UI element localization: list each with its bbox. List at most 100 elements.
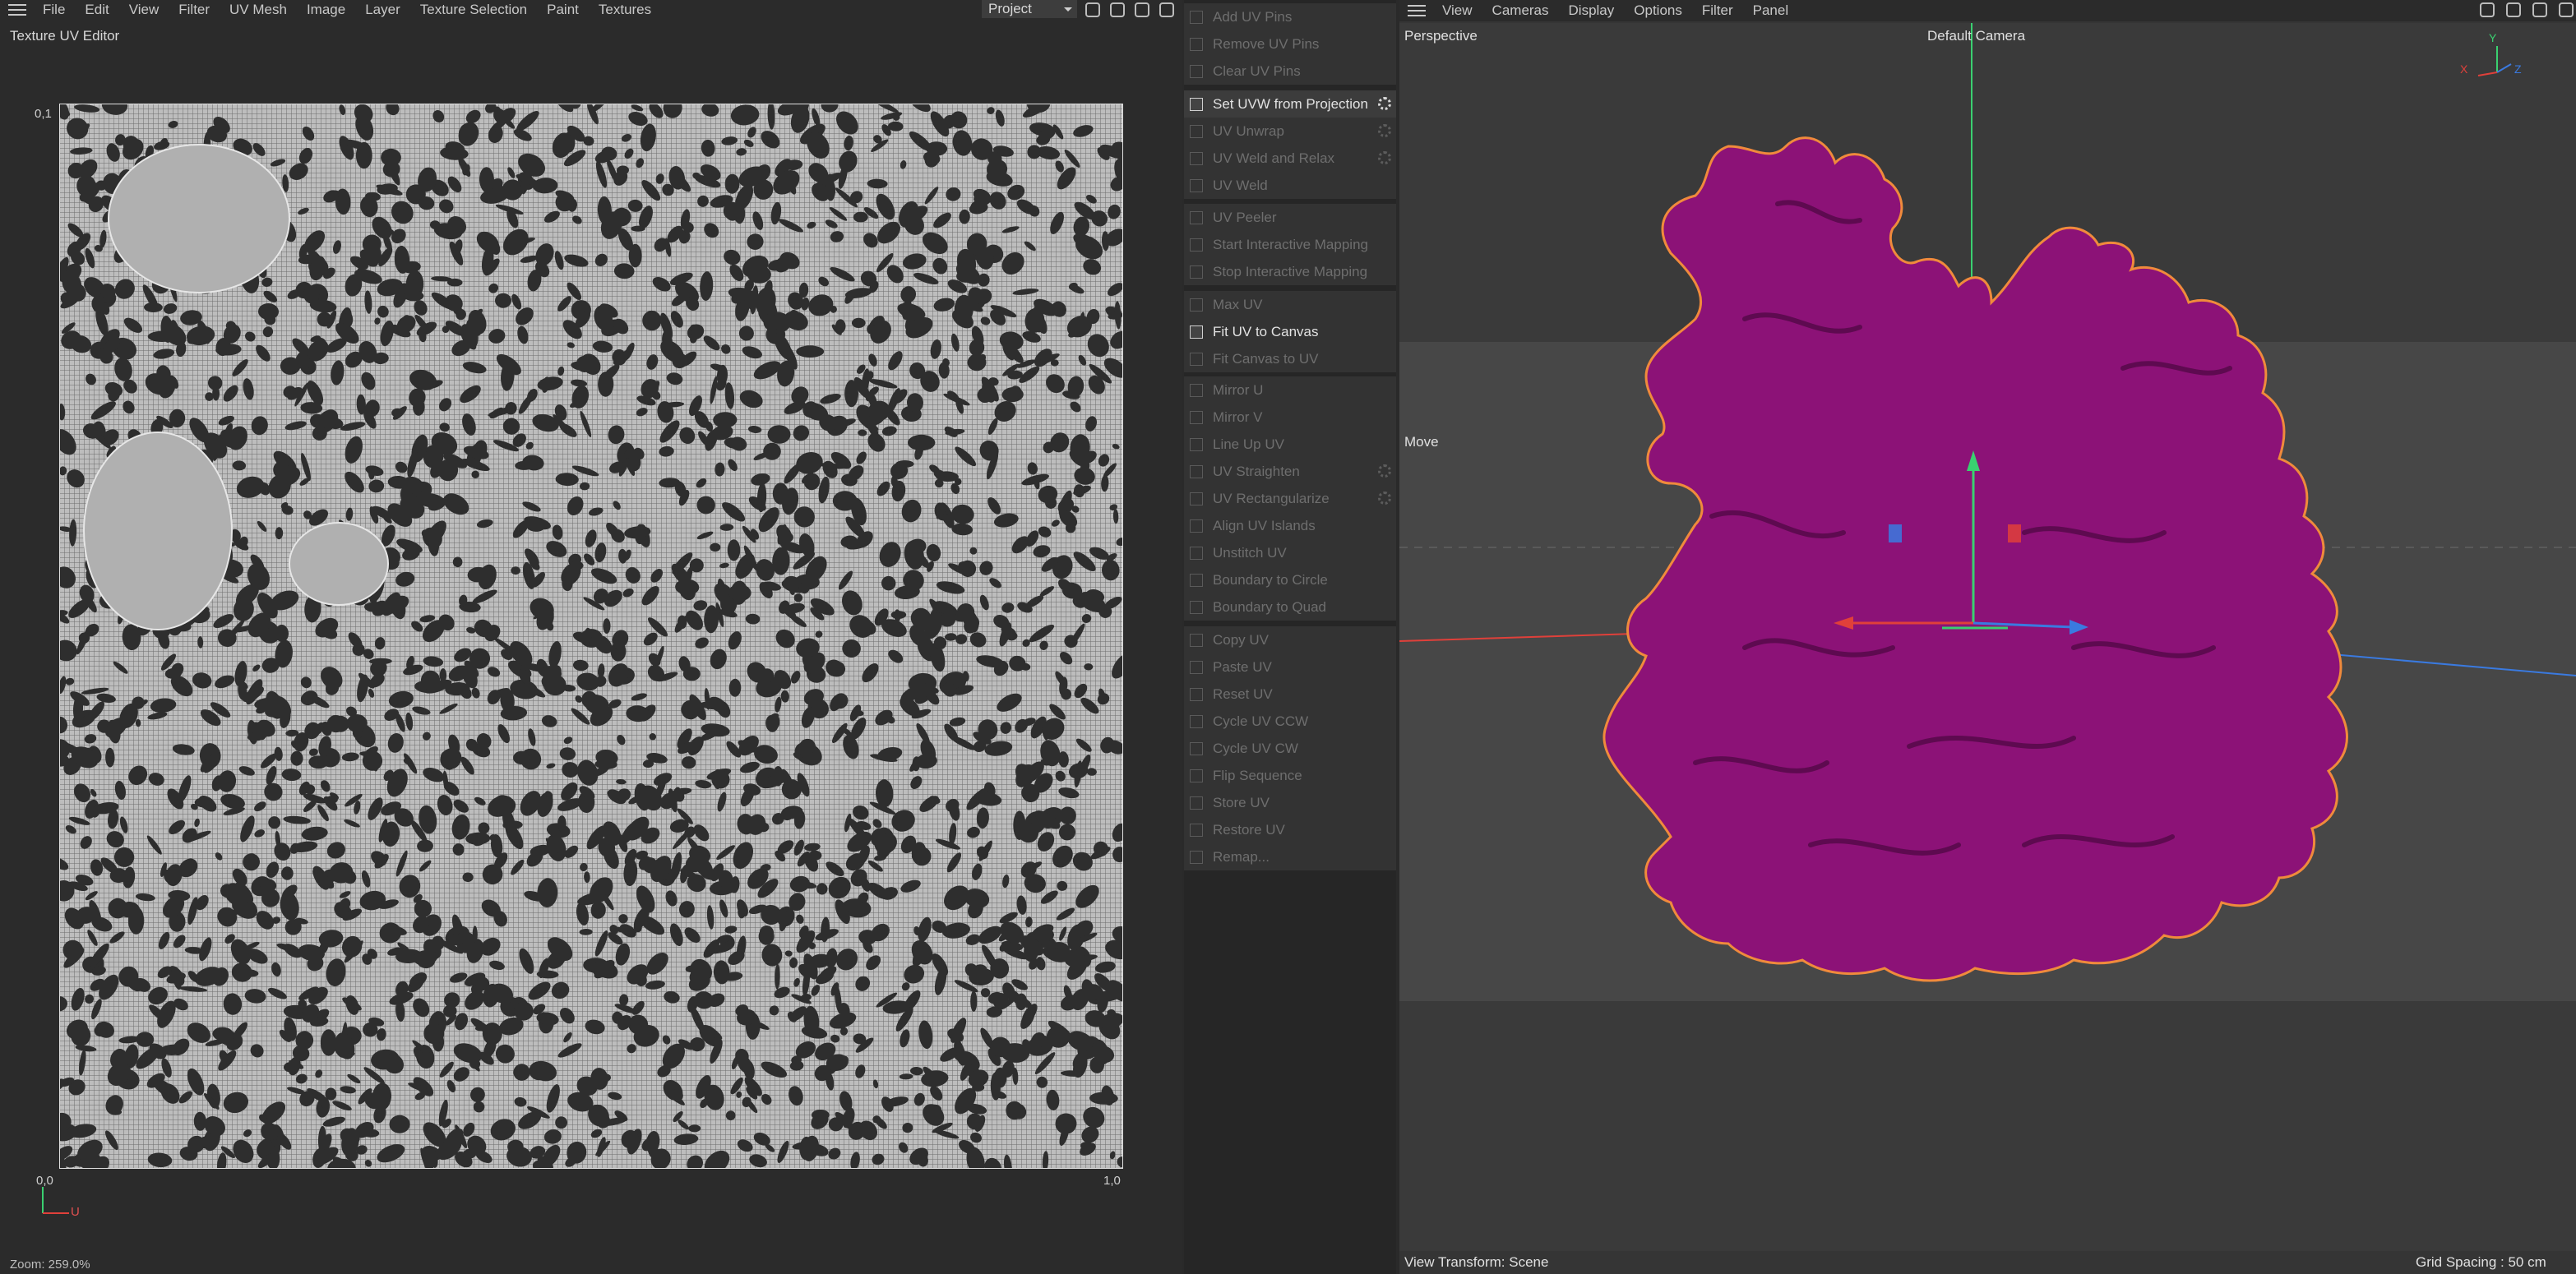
command-set-uvw-from-projection[interactable]: Set UVW from Projection — [1184, 90, 1396, 118]
command-mirror-v-icon — [1190, 410, 1203, 424]
command-uv-straighten[interactable]: UV Straighten — [1184, 458, 1396, 485]
lock-icon[interactable] — [1110, 2, 1125, 17]
command-cycle-uv-ccw[interactable]: Cycle UV CCW — [1184, 708, 1396, 735]
command-cycle-uv-ccw-icon — [1190, 714, 1203, 728]
command-group-transform: Mirror U Mirror V Line Up UV UV Straighten U… — [1184, 376, 1396, 621]
vp-menu-filter[interactable]: Filter — [1692, 1, 1743, 21]
grid-spacing-label: Grid Spacing : 50 cm — [2416, 1254, 2546, 1270]
menu-filter[interactable]: Filter — [169, 0, 220, 20]
gear-icon[interactable] — [1378, 492, 1391, 505]
command-line-up-uv[interactable]: Line Up UV — [1184, 431, 1396, 458]
hand-pan-icon[interactable] — [1135, 2, 1149, 17]
camera-label[interactable]: Default Camera — [1927, 28, 2025, 44]
command-label: Paste UV — [1213, 658, 1272, 675]
command-restore-uv-icon — [1190, 823, 1203, 837]
gear-icon[interactable] — [1378, 97, 1391, 110]
gear-icon[interactable] — [1378, 124, 1391, 137]
command-remap[interactable]: Remap... — [1184, 843, 1396, 870]
command-flip-sequence[interactable]: Flip Sequence — [1184, 762, 1396, 789]
command-cycle-uv-cw[interactable]: Cycle UV CW — [1184, 735, 1396, 762]
menu-view[interactable]: View — [119, 0, 169, 20]
command-uv-unwrap[interactable]: UV Unwrap — [1184, 118, 1396, 145]
command-clear-uv-pins[interactable]: Clear UV Pins — [1184, 58, 1396, 85]
menu-uv-mesh[interactable]: UV Mesh — [220, 0, 297, 20]
command-uv-weld[interactable]: UV Weld — [1184, 172, 1396, 199]
menu-file[interactable]: File — [33, 0, 75, 20]
command-label: Clear UV Pins — [1213, 62, 1301, 79]
command-mirror-u[interactable]: Mirror U — [1184, 376, 1396, 404]
menu-textures[interactable]: Textures — [589, 0, 661, 20]
vp-menu-panel[interactable]: Panel — [1743, 1, 1798, 21]
menu-edit[interactable]: Edit — [75, 0, 118, 20]
maximize-icon[interactable] — [2559, 2, 2574, 17]
command-max-uv[interactable]: Max UV — [1184, 291, 1396, 318]
command-uv-weld-and-relax-icon — [1190, 151, 1203, 165]
command-copy-uv[interactable]: Copy UV — [1184, 626, 1396, 653]
vp-menu-view[interactable]: View — [1432, 1, 1482, 21]
command-label: Add UV Pins — [1213, 8, 1293, 25]
menu-texture-selection[interactable]: Texture Selection — [410, 0, 537, 20]
command-label: Store UV — [1213, 794, 1270, 810]
gear-icon[interactable] — [1378, 151, 1391, 164]
rotate-icon[interactable] — [2532, 2, 2547, 17]
command-unstitch-uv[interactable]: Unstitch UV — [1184, 539, 1396, 566]
command-mirror-u-icon — [1190, 383, 1203, 397]
command-paste-uv[interactable]: Paste UV — [1184, 653, 1396, 681]
command-boundary-to-circle-icon — [1190, 573, 1203, 587]
command-uv-peeler[interactable]: UV Peeler — [1184, 204, 1396, 231]
command-start-interactive-mapping[interactable]: Start Interactive Mapping — [1184, 231, 1396, 258]
command-store-uv-icon — [1190, 796, 1203, 810]
command-remap-icon — [1190, 850, 1203, 864]
move-down-icon[interactable] — [2506, 2, 2521, 17]
command-boundary-to-quad[interactable]: Boundary to Quad — [1184, 593, 1396, 621]
command-stop-interactive-mapping[interactable]: Stop Interactive Mapping — [1184, 258, 1396, 285]
move-down-icon[interactable] — [1159, 2, 1174, 17]
command-fit-uv-to-canvas[interactable]: Fit UV to Canvas — [1184, 318, 1396, 345]
command-label: Remap... — [1213, 848, 1270, 865]
command-unstitch-uv-icon — [1190, 546, 1203, 560]
vp-menu-display[interactable]: Display — [1559, 1, 1625, 21]
command-restore-uv[interactable]: Restore UV — [1184, 816, 1396, 843]
orient-y-label: Y — [2489, 31, 2497, 44]
hamburger-menu-icon[interactable] — [1408, 5, 1426, 16]
vp-menu-cameras[interactable]: Cameras — [1482, 1, 1559, 21]
command-align-uv-islands[interactable]: Align UV Islands — [1184, 512, 1396, 539]
command-remove-uv-pins[interactable]: Remove UV Pins — [1184, 30, 1396, 58]
command-add-uv-pins[interactable]: Add UV Pins — [1184, 3, 1396, 30]
histogram-icon[interactable] — [1085, 2, 1100, 17]
menu-paint[interactable]: Paint — [537, 0, 589, 20]
command-clear-uv-pins-icon — [1190, 64, 1203, 78]
hand-pan-icon[interactable] — [2480, 2, 2495, 17]
command-label: Restore UV — [1213, 821, 1285, 838]
viewport-nav-icons — [2480, 2, 2574, 17]
command-label: UV Straighten — [1213, 463, 1300, 479]
hamburger-menu-icon[interactable] — [8, 4, 26, 16]
viewport-panel: View Cameras Display Options Filter Pane… — [1399, 0, 2576, 1274]
command-store-uv[interactable]: Store UV — [1184, 789, 1396, 816]
active-tool-label: Move — [1404, 434, 1439, 450]
vp-menu-options[interactable]: Options — [1624, 1, 1692, 21]
command-label: Fit Canvas to UV — [1213, 350, 1319, 367]
uv-canvas[interactable] — [59, 104, 1123, 1169]
viewport-canvas[interactable]: Perspective Default Camera Move X Y Z — [1399, 23, 2576, 1256]
command-reset-uv[interactable]: Reset UV — [1184, 681, 1396, 708]
coral-object[interactable] — [1602, 136, 2348, 982]
command-uv-straighten-icon — [1190, 464, 1203, 478]
command-uv-peeler-icon — [1190, 210, 1203, 224]
uv-toolbar-icons — [1085, 2, 1174, 17]
command-mirror-v[interactable]: Mirror V — [1184, 404, 1396, 431]
command-fit-canvas-to-uv[interactable]: Fit Canvas to UV — [1184, 345, 1396, 372]
command-uv-weld-and-relax[interactable]: UV Weld and Relax — [1184, 145, 1396, 172]
command-set-uvw-from-projection-icon — [1190, 97, 1203, 111]
command-group-fit: Max UV Fit UV to Canvas Fit Canvas to UV — [1184, 291, 1396, 372]
command-boundary-to-circle[interactable]: Boundary to Circle — [1184, 566, 1396, 593]
command-align-uv-islands-icon — [1190, 519, 1203, 533]
command-reset-uv-icon — [1190, 687, 1203, 701]
command-label: Set UVW from Projection — [1213, 95, 1368, 112]
command-label: Start Interactive Mapping — [1213, 236, 1368, 252]
project-select[interactable]: Project — [982, 0, 1077, 18]
menu-layer[interactable]: Layer — [355, 0, 410, 20]
menu-image[interactable]: Image — [297, 0, 355, 20]
command-uv-rectangularize[interactable]: UV Rectangularize — [1184, 485, 1396, 512]
gear-icon[interactable] — [1378, 464, 1391, 478]
